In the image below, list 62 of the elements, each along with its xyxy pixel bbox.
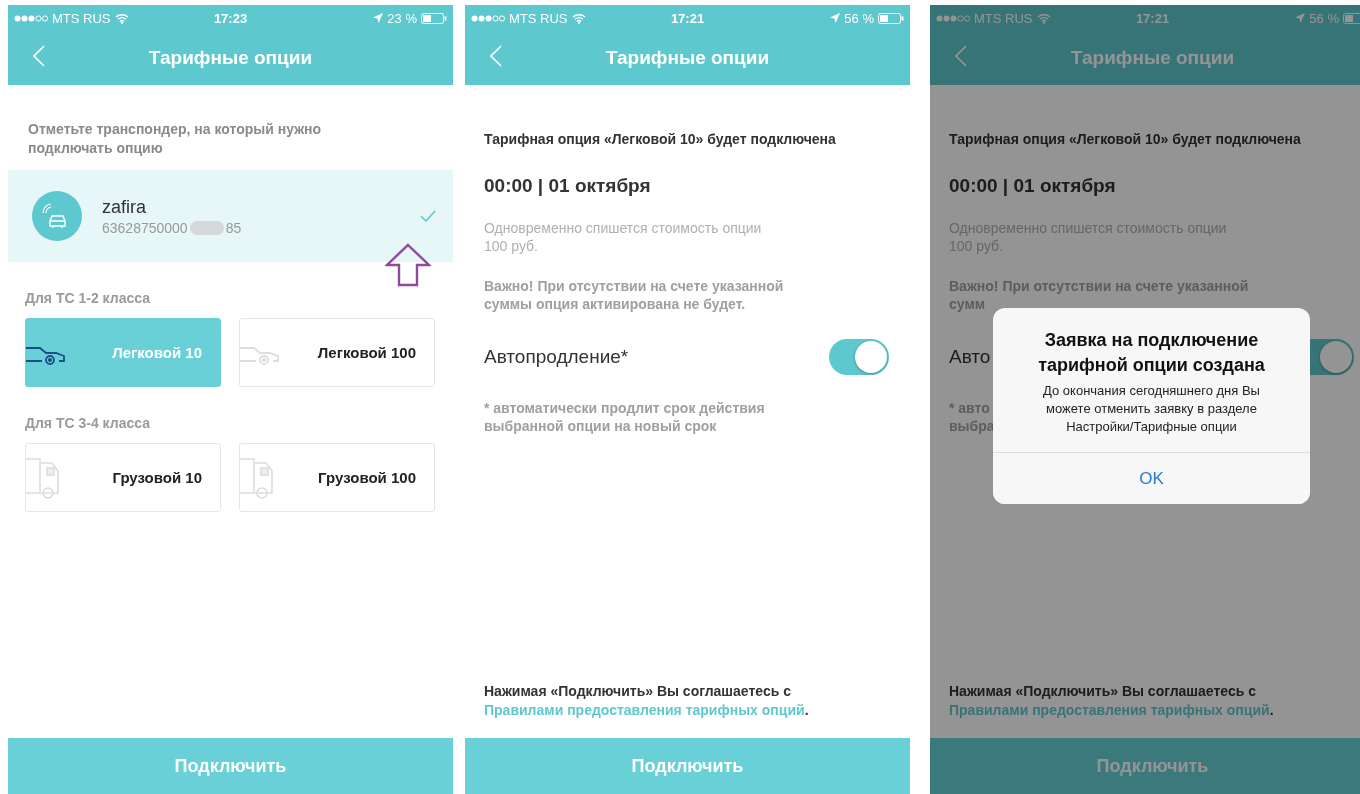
instruction-text: Отметьте транспондер, на который нужно подключать опцию [28, 120, 323, 158]
wifi-icon [1036, 12, 1051, 24]
footnote-text: * автоматически продлит срок действия выбранной опции на новый срок [484, 399, 765, 435]
status-time: 17:23 [213, 10, 248, 26]
activation-date: 00:00 | 01 октября [949, 175, 1117, 197]
rules-link[interactable]: Правилами предоставления тарифных опций [949, 702, 1270, 718]
check-icon [420, 210, 436, 222]
signal-icon [936, 14, 970, 22]
tariff-option[interactable]: Легковой 10 [25, 318, 221, 387]
group-label: Для ТС 1-2 класса [25, 290, 151, 306]
carrier-name: MTS RUS [509, 10, 568, 26]
agreement-text: Нажимая «Подключить» Вы соглашаетесь с Правилами предоставления тарифных опций. [484, 682, 810, 720]
notice-text: Тарифная опция «Легковой 10» будет подключена [949, 131, 1302, 147]
connect-button[interactable]: Подключить [8, 738, 453, 794]
ok-button[interactable]: OK [993, 452, 1310, 504]
wifi-icon [571, 12, 586, 24]
up-arrow-icon [385, 243, 431, 287]
battery-icon [1343, 12, 1360, 24]
battery-percent: 56 % [1309, 10, 1339, 26]
status-time: 17:21 [670, 10, 705, 26]
connect-button[interactable]: Подключить [465, 738, 910, 794]
location-arrow-icon [1295, 13, 1306, 23]
rules-link[interactable]: Правилами предоставления тарифных опций [484, 702, 805, 718]
autorenew-label: Автопродление* [484, 346, 629, 368]
cost-text: Одновременно спишется стоимость опции 100 руб. [484, 219, 762, 255]
back-icon[interactable] [33, 45, 45, 67]
transponder-number: 63628750000 [102, 219, 188, 236]
tariff-option[interactable]: Грузовой 100 [239, 443, 435, 512]
dialog-message: До окончания сегодняшнего дня Вы можете отменить заявку в разделе Настройки/Тарифные опции [1042, 382, 1261, 436]
warning-text: Важно! При отсутствии на счете указанной суммы опция активирована не будет. [484, 277, 784, 313]
signal-icon [471, 14, 505, 22]
battery-icon [878, 12, 904, 24]
screen-title: Тарифные опции [148, 47, 313, 69]
agreement-text: Нажимая «Подключить» Вы соглашаетесь с Правилами предоставления тарифных опций. [949, 682, 1275, 720]
notice-text: Тарифная опция «Легковой 10» будет подключена [484, 131, 837, 147]
redaction-blur [189, 220, 224, 235]
dialog-title: Заявка на подключение тарифной опции создана [1037, 329, 1266, 377]
screen-title: Тарифные опции [605, 47, 770, 69]
carrier-name: MTS RUS [974, 10, 1033, 26]
battery-icon [421, 12, 447, 24]
location-arrow-icon [830, 13, 841, 23]
autorenew-toggle[interactable] [829, 339, 889, 375]
transponder-name: zafira [102, 196, 147, 218]
activation-date: 00:00 | 01 октября [484, 175, 652, 197]
transponder-avatar-icon [32, 191, 82, 241]
signal-icon [14, 14, 48, 22]
connect-button[interactable]: Подключить [930, 738, 1360, 794]
tariff-option[interactable]: Грузовой 10 [25, 443, 221, 512]
status-time: 17:21 [1135, 10, 1170, 26]
wifi-icon [114, 12, 129, 24]
autorenew-label: Авто [949, 346, 991, 368]
location-arrow-icon [373, 13, 384, 23]
transponder-item[interactable]: zafira 63628750000 85 [8, 170, 453, 262]
transponder-number-tail: 85 [225, 219, 242, 236]
carrier-name: MTS RUS [52, 10, 111, 26]
screen-title: Тарифные опции [1070, 47, 1235, 69]
back-icon[interactable] [490, 45, 502, 67]
back-icon[interactable] [955, 45, 967, 67]
group-label: Для ТС 3-4 класса [25, 415, 151, 431]
battery-percent: 23 % [387, 10, 417, 26]
tariff-option[interactable]: Легковой 100 [239, 318, 435, 387]
battery-percent: 56 % [844, 10, 874, 26]
